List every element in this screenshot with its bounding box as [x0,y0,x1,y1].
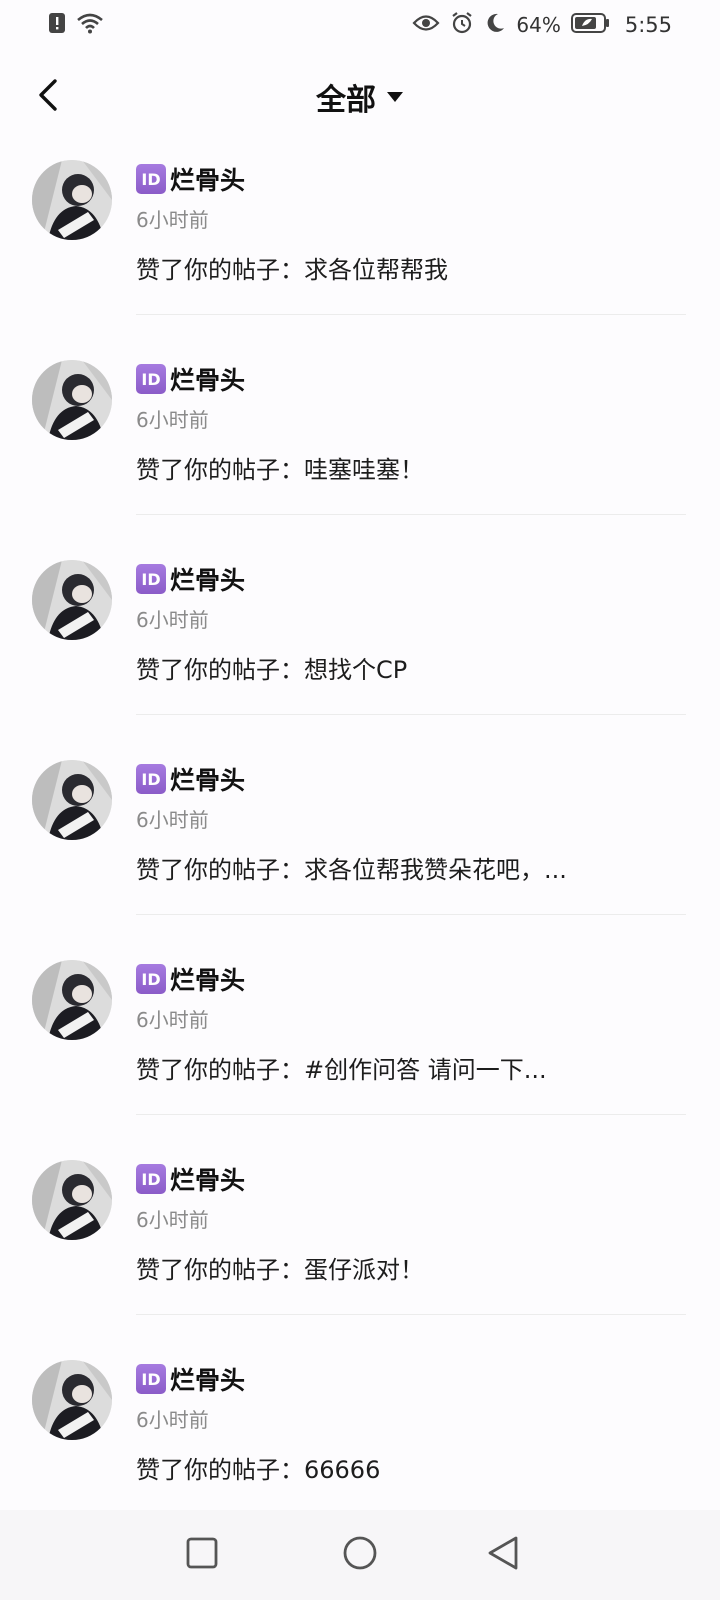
moon-icon [484,12,506,39]
caret-down-icon [386,88,404,107]
battery-icon [570,12,611,39]
avatar[interactable] [32,560,112,640]
user-row: ID 烂骨头 [136,962,245,996]
screen: 64% 5:55 全部 ID 烂骨头 6小时前 赞了你的帖子：求各位帮帮我 ID… [0,0,720,1600]
user-row: ID 烂骨头 [136,762,245,796]
notification-item[interactable]: ID 烂骨头 6小时前 赞了你的帖子：求各位帮帮我 [0,140,720,340]
status-bar: 64% 5:55 [0,0,720,50]
system-nav-bar [0,1510,720,1600]
divider [136,1314,686,1315]
avatar[interactable] [32,960,112,1040]
timestamp: 6小时前 [136,1208,209,1232]
home-button[interactable] [337,1532,383,1578]
timestamp: 6小时前 [136,808,209,832]
avatar[interactable] [32,1160,112,1240]
status-right: 64% 5:55 [412,11,672,40]
clock: 5:55 [624,13,672,37]
avatar[interactable] [32,360,112,440]
notification-content[interactable]: 赞了你的帖子：#创作问答 请问一下... [136,1050,547,1085]
header: 全部 [0,62,720,132]
status-left [48,12,104,38]
timestamp: 6小时前 [136,1408,209,1432]
alert-icon [48,12,66,38]
avatar[interactable] [32,760,112,840]
notification-content[interactable]: 赞了你的帖子：想找个CP [136,650,407,685]
eye-icon [412,13,440,38]
username[interactable]: 烂骨头 [170,761,245,797]
user-row: ID 烂骨头 [136,562,245,596]
username[interactable]: 烂骨头 [170,961,245,997]
notification-item[interactable]: ID 烂骨头 6小时前 赞了你的帖子：#创作问答 请问一下... [0,940,720,1140]
divider [136,714,686,715]
id-badge: ID [136,1164,166,1194]
alarm-icon [450,11,474,40]
battery-percent: 64% [516,13,561,37]
id-badge: ID [136,364,166,394]
notification-content[interactable]: 赞了你的帖子：求各位帮帮我 [136,250,448,285]
user-row: ID 烂骨头 [136,1362,245,1396]
notification-item[interactable]: ID 烂骨头 6小时前 赞了你的帖子：想找个CP [0,540,720,740]
id-badge: ID [136,764,166,794]
divider [136,314,686,315]
timestamp: 6小时前 [136,1008,209,1032]
divider [136,1114,686,1115]
notification-item[interactable]: ID 烂骨头 6小时前 赞了你的帖子：蛋仔派对！ [0,1140,720,1340]
notification-item[interactable]: ID 烂骨头 6小时前 赞了你的帖子：求各位帮我赞朵花吧，... [0,740,720,940]
home-icon [342,1535,378,1575]
avatar[interactable] [32,160,112,240]
username[interactable]: 烂骨头 [170,1161,245,1197]
timestamp: 6小时前 [136,208,209,232]
id-badge: ID [136,964,166,994]
divider [136,514,686,515]
notification-content[interactable]: 赞了你的帖子：蛋仔派对！ [136,1250,424,1285]
avatar[interactable] [32,1360,112,1440]
recent-apps-icon [186,1537,218,1573]
recent-apps-button[interactable] [179,1532,225,1578]
user-row: ID 烂骨头 [136,162,245,196]
notification-list: ID 烂骨头 6小时前 赞了你的帖子：求各位帮帮我 ID 烂骨头 6小时前 赞了… [0,140,720,1540]
notification-item[interactable]: ID 烂骨头 6小时前 赞了你的帖子：哇塞哇塞！ [0,340,720,540]
wifi-icon [76,12,104,38]
username[interactable]: 烂骨头 [170,1361,245,1397]
timestamp: 6小时前 [136,608,209,632]
back-triangle-icon [486,1535,520,1575]
back-nav-button[interactable] [480,1532,526,1578]
user-row: ID 烂骨头 [136,362,245,396]
timestamp: 6小时前 [136,408,209,432]
filter-dropdown[interactable]: 全部 [0,62,720,132]
username[interactable]: 烂骨头 [170,361,245,397]
id-badge: ID [136,164,166,194]
divider [136,914,686,915]
notification-content[interactable]: 赞了你的帖子：66666 [136,1450,380,1485]
id-badge: ID [136,564,166,594]
notification-content[interactable]: 赞了你的帖子：求各位帮我赞朵花吧，... [136,850,567,885]
page-title: 全部 [316,83,376,118]
id-badge: ID [136,1364,166,1394]
username[interactable]: 烂骨头 [170,561,245,597]
notification-content[interactable]: 赞了你的帖子：哇塞哇塞！ [136,450,424,485]
user-row: ID 烂骨头 [136,1162,245,1196]
username[interactable]: 烂骨头 [170,161,245,197]
